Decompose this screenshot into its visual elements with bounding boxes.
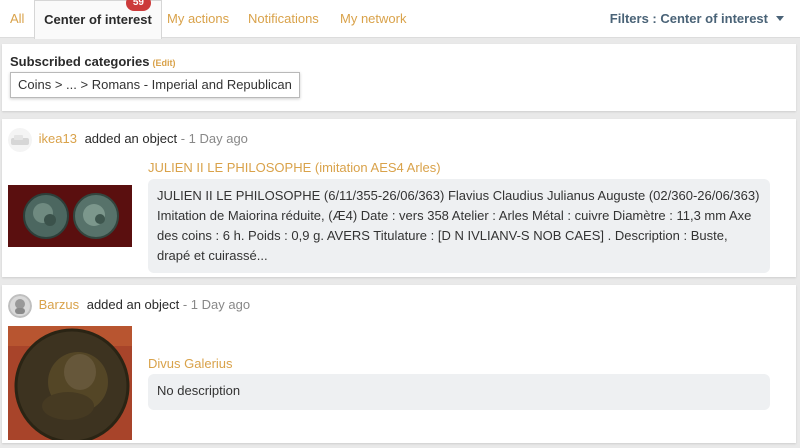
category-tag[interactable]: Coins > ... > Romans - Imperial and Repu… (10, 72, 300, 98)
timestamp: - 1 Day ago (179, 297, 251, 312)
subscribed-categories-panel: Subscribed categories (Edit) Coins > ... … (2, 44, 796, 111)
filters-label: Filters : Center of interest (609, 11, 768, 26)
feed-item-header: ikea13 added an object - 1 Day ago (8, 127, 248, 152)
activity-text: added an object (86, 297, 180, 312)
subscribed-categories-heading: Subscribed categories (Edit) (10, 54, 175, 69)
edit-categories-link[interactable]: (Edit) (152, 58, 175, 68)
subscribed-categories-title: Subscribed categories (10, 54, 150, 69)
object-title-link[interactable]: JULIEN II LE PHILOSOPHE (imitation AES4 … (148, 160, 441, 175)
user-avatar[interactable] (8, 293, 32, 318)
caret-down-icon (776, 16, 784, 22)
tab-label: Center of interest (44, 12, 152, 27)
filters-dropdown[interactable]: Filters : Center of interest (610, 0, 784, 38)
user-link[interactable]: Barzus (39, 297, 79, 312)
object-description: JULIEN II LE PHILOSOPHE (6/11/355-26/06/… (148, 179, 770, 273)
user-link[interactable]: ikea13 (39, 131, 77, 146)
tab-my-actions[interactable]: My actions (167, 0, 229, 38)
object-title-link[interactable]: Divus Galerius (148, 356, 233, 371)
tab-my-network[interactable]: My network (340, 0, 406, 38)
user-avatar[interactable] (8, 127, 32, 152)
object-description: No description (148, 374, 770, 410)
tab-center-of-interest[interactable]: Center of interest 59 (34, 0, 162, 39)
feed-item: ikea13 added an object - 1 Day ago JULIE… (2, 119, 796, 277)
tab-bar: All Center of interest 59 My actions Not… (0, 0, 800, 39)
tab-notifications[interactable]: Notifications (248, 0, 319, 38)
feed-item-header: Barzus added an object - 1 Day ago (8, 293, 251, 318)
timestamp: - 1 Day ago (177, 131, 248, 146)
feed-item: Barzus added an object - 1 Day ago Divus… (2, 285, 796, 443)
notification-count-badge: 59 (125, 0, 151, 11)
activity-text: added an object (84, 131, 178, 146)
object-image[interactable] (8, 185, 132, 247)
tab-all[interactable]: All (10, 0, 24, 38)
object-image[interactable] (8, 326, 132, 440)
